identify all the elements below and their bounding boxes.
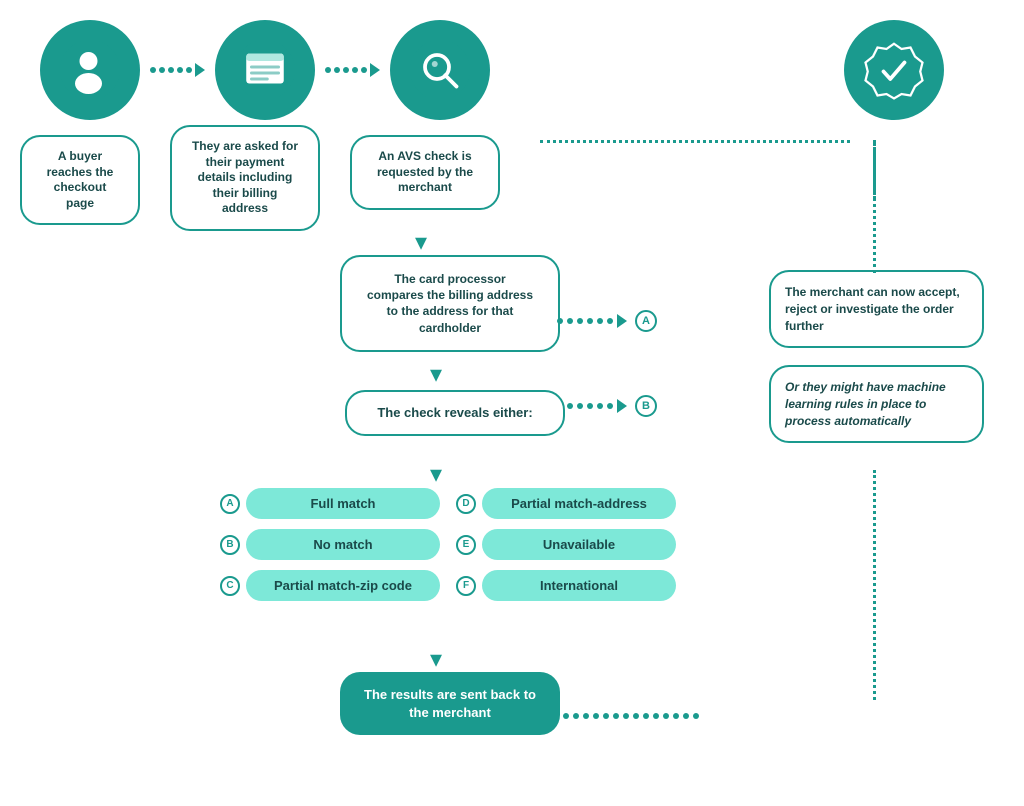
badge-C: C bbox=[220, 576, 240, 596]
dotted-h-arrow-a: A bbox=[557, 310, 663, 332]
payment-icon bbox=[215, 20, 315, 120]
step1-box: A buyer reaches the checkout page bbox=[20, 135, 140, 225]
verified-icon-container bbox=[844, 20, 944, 120]
step5-text: The check reveals either: bbox=[377, 405, 532, 420]
down-arrow-2: ▾ bbox=[430, 360, 442, 389]
dotted-v-right bbox=[873, 470, 876, 700]
step1-text: A buyer reaches the checkout page bbox=[47, 149, 114, 210]
option-E: Unavailable bbox=[482, 529, 676, 560]
right-box-a-text: The merchant can now accept, reject or i… bbox=[785, 284, 968, 334]
step6-box: The results are sent back to the merchan… bbox=[340, 672, 560, 735]
badge-B: B bbox=[220, 535, 240, 555]
step2-box: They are asked for their payment details… bbox=[170, 125, 320, 231]
buyer-icon bbox=[40, 20, 140, 120]
arrow-1 bbox=[140, 63, 215, 77]
option-D: Partial match-address bbox=[482, 488, 676, 519]
step2-text: They are asked for their payment details… bbox=[192, 139, 298, 215]
diagram-container: A buyer reaches the checkout page They a… bbox=[0, 0, 1024, 806]
badge-F: F bbox=[456, 576, 476, 596]
badge-a-arrow: A bbox=[635, 310, 657, 332]
badge-A: A bbox=[220, 494, 240, 514]
options-grid: A Full match D Partial match-address B N… bbox=[220, 488, 676, 601]
step5-box: The check reveals either: bbox=[345, 390, 540, 436]
right-box-b: Or they might have machine learning rule… bbox=[769, 365, 984, 443]
arrow-2 bbox=[315, 63, 390, 77]
step4-box: The card processor compares the billing … bbox=[340, 255, 550, 352]
dotted-v-connect bbox=[873, 143, 876, 273]
step6-text: The results are sent back to the merchan… bbox=[364, 687, 536, 720]
option-C: Partial match-zip code bbox=[246, 570, 440, 601]
badge-D: D bbox=[456, 494, 476, 514]
badge-E: E bbox=[456, 535, 476, 555]
option-A: Full match bbox=[246, 488, 440, 519]
down-arrow-1: ▾ bbox=[415, 228, 427, 257]
down-arrow-3: ▾ bbox=[430, 460, 442, 489]
dotted-h-arrow-b: B bbox=[557, 395, 663, 417]
dotted-h-bottom bbox=[563, 713, 699, 719]
right-box-b-text: Or they might have machine learning rule… bbox=[785, 379, 968, 429]
right-box-a: The merchant can now accept, reject or i… bbox=[769, 270, 984, 348]
down-arrow-4: ▾ bbox=[430, 645, 442, 674]
verified-icon bbox=[844, 20, 944, 120]
option-B: No match bbox=[246, 529, 440, 560]
badge-b-arrow: B bbox=[635, 395, 657, 417]
step3-text: An AVS check is requested by the merchan… bbox=[377, 149, 473, 194]
option-F: International bbox=[482, 570, 676, 601]
avs-icon bbox=[390, 20, 490, 120]
dotted-h-top bbox=[540, 140, 850, 143]
step3-box: An AVS check is requested by the merchan… bbox=[350, 135, 500, 210]
step4-text: The card processor compares the billing … bbox=[367, 272, 533, 335]
